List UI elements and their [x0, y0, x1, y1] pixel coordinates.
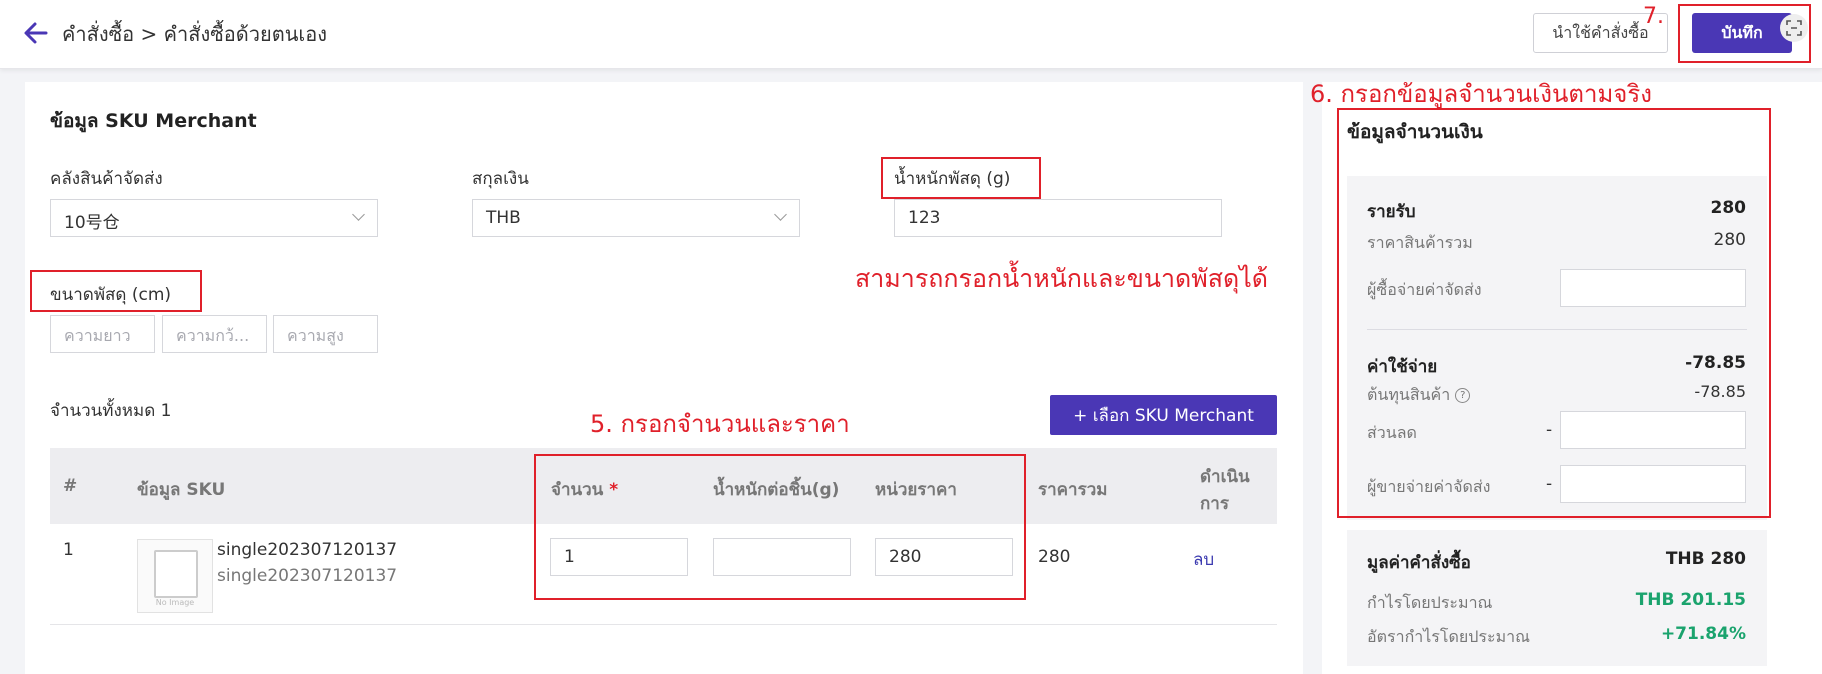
order-value: THB 280	[1665, 549, 1746, 569]
annotation-box-size	[30, 270, 202, 312]
warehouse-label: คลังสินค้าจัดส่ง	[50, 169, 163, 189]
height-input[interactable]: ความสูง	[273, 315, 378, 353]
col-total-price: ราคารวม	[1038, 480, 1108, 500]
no-image-caption: No Image	[155, 598, 195, 607]
annotation-step7: 7.	[1643, 4, 1664, 29]
section-gap	[1347, 520, 1767, 530]
back-arrow-icon[interactable]	[22, 18, 50, 48]
col-action-line1: ดำเนิน	[1200, 467, 1250, 487]
width-input[interactable]: ความกว้...	[162, 315, 267, 353]
chevron-down-icon	[352, 208, 365, 221]
warehouse-value: 10号仓	[64, 213, 120, 233]
sku-section-title: ข้อมูล SKU Merchant	[50, 110, 257, 132]
est-profit-value: THB 201.15	[1635, 590, 1746, 610]
currency-select[interactable]: THB	[472, 199, 800, 237]
total-count: จำนวนทั้งหมด 1	[50, 401, 172, 421]
row-index: 1	[63, 540, 74, 560]
annotation-box-amount	[1337, 108, 1771, 518]
currency-value: THB	[486, 208, 521, 228]
row-divider	[50, 624, 1277, 625]
sku-code: single202307120137	[217, 566, 398, 586]
order-value-label: มูลค่าคำสั่งซื้อ	[1367, 553, 1471, 573]
product-thumbnail: No Image	[137, 539, 213, 613]
weight-input[interactable]: 123	[894, 199, 1222, 237]
select-sku-button[interactable]: + เลือก SKU Merchant	[1050, 395, 1277, 435]
annotation-step5: 5. กรอกจำนวนและราคา	[590, 410, 850, 438]
annotation-box-table	[534, 454, 1026, 600]
profit-rate-value: +71.84%	[1660, 624, 1746, 644]
length-input[interactable]: ความยาว	[50, 315, 155, 353]
annotation-weight-note: สามารถกรอกน้ำหนักและขนาดพัสดุได้	[855, 264, 1269, 293]
col-index: #	[63, 476, 78, 496]
profit-rate-label: อัตรากำไรโดยประมาณ	[1367, 627, 1530, 646]
no-image-icon	[154, 550, 198, 598]
currency-label: สกุลเงิน	[472, 169, 529, 189]
row-total: 280	[1038, 547, 1071, 567]
annotation-box-weight	[881, 157, 1041, 199]
col-action-line2: การ	[1200, 494, 1229, 514]
sku-name: single202307120137	[217, 540, 398, 560]
annotation-step6: 6. กรอกข้อมูลจำนวนเงินตามจริง	[1310, 80, 1652, 108]
warehouse-select[interactable]: 10号仓	[50, 199, 378, 237]
breadcrumb: คำสั่งซื้อ > คำสั่งซื้อด้วยตนเอง	[62, 22, 328, 46]
delete-link[interactable]: ลบ	[1193, 546, 1214, 573]
annotation-box-save	[1678, 4, 1811, 63]
top-bar: คำสั่งซื้อ > คำสั่งซื้อด้วยตนเอง นำใช้คำ…	[0, 0, 1822, 69]
est-profit-label: กำไรโดยประมาณ	[1367, 593, 1493, 612]
col-sku-info: ข้อมูล SKU	[137, 480, 226, 500]
chevron-down-icon	[774, 208, 787, 221]
